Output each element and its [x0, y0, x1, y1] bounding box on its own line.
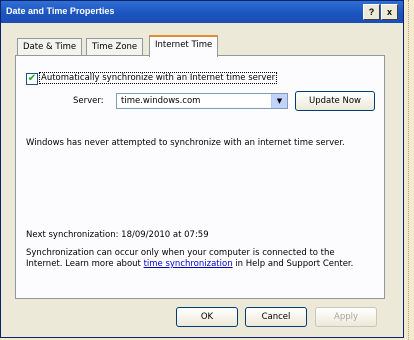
tab-internet-time[interactable]: Internet Time [149, 35, 219, 57]
sync-note: Synchronization can occur only when your… [26, 248, 371, 270]
tab-time-zone[interactable]: Time Zone [86, 38, 144, 56]
server-dropdown[interactable]: time.windows.com ▼ [116, 93, 288, 109]
cancel-button[interactable]: Cancel [245, 307, 307, 327]
next-sync-text: Next synchronization: 18/09/2010 at 07:5… [26, 230, 209, 240]
auto-sync-label[interactable]: Automatically synchronize with an Intern… [39, 72, 278, 84]
sync-note-suffix: in Help and Support Center. [232, 259, 354, 269]
page-edge-border [408, 0, 409, 340]
window-title: Date and Time Properties [6, 6, 115, 16]
help-button[interactable]: ? [363, 4, 380, 20]
auto-sync-checkbox[interactable]: ✔ [26, 73, 38, 85]
time-sync-help-link[interactable]: time synchronization [144, 259, 233, 269]
ok-button[interactable]: OK [176, 307, 238, 327]
tab-date-time[interactable]: Date & Time [17, 38, 83, 56]
date-time-properties-dialog: Date and Time Properties ? x Date & Time… [0, 0, 404, 338]
server-value: time.windows.com [121, 96, 201, 106]
chevron-down-icon[interactable]: ▼ [271, 94, 287, 108]
server-label: Server: [73, 96, 104, 106]
title-bar[interactable]: Date and Time Properties ? x [1, 1, 403, 23]
close-button[interactable]: x [381, 4, 398, 20]
sync-status-message: Windows has never attempted to synchroni… [26, 138, 345, 148]
update-now-button[interactable]: Update Now [295, 91, 375, 111]
apply-button[interactable]: Apply [315, 307, 377, 327]
